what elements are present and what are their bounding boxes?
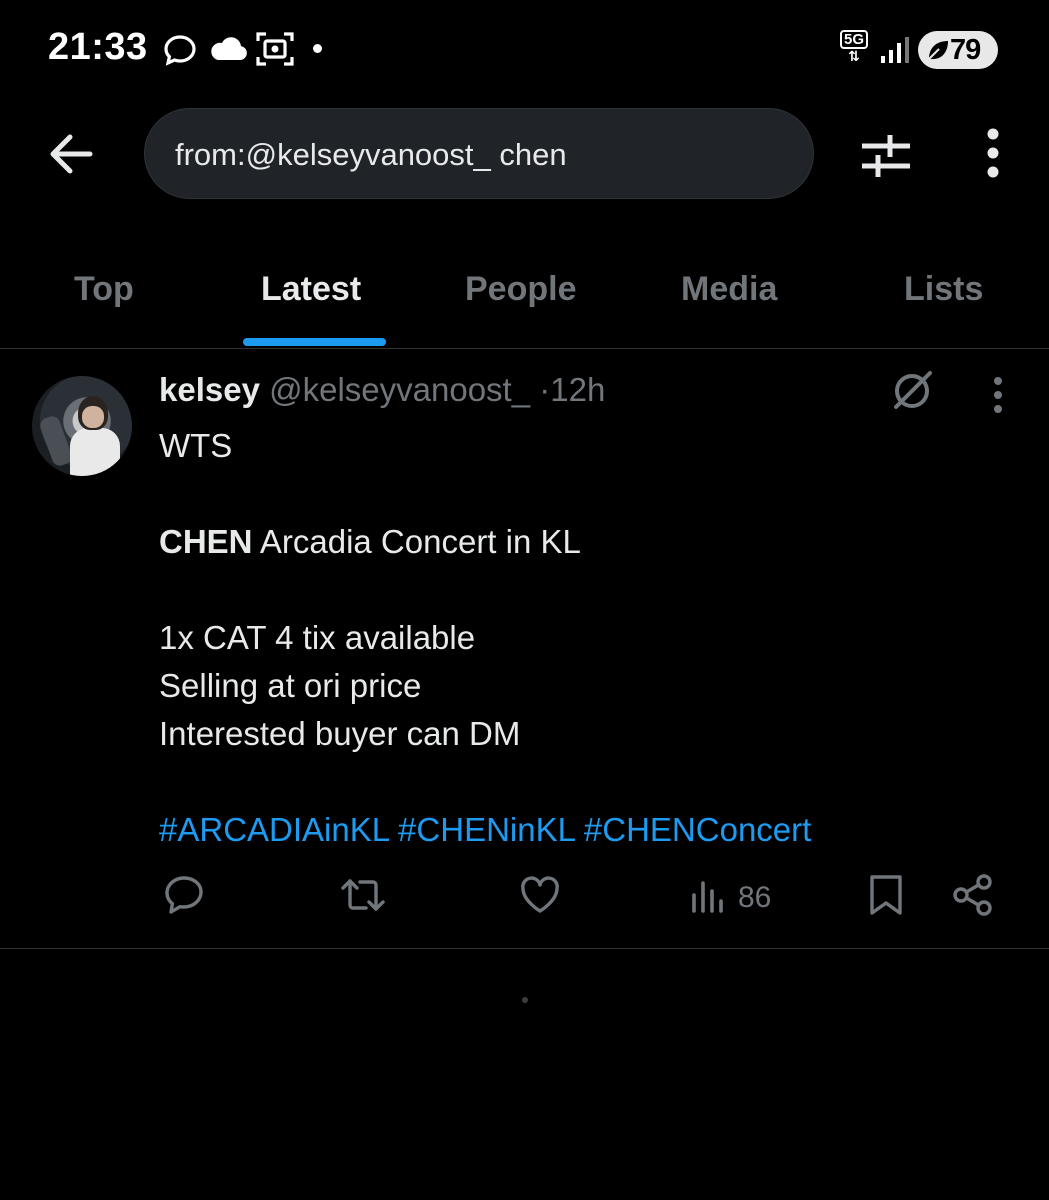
tweet-line: Selling at ori price <box>159 667 422 704</box>
like-button[interactable] <box>518 873 562 917</box>
back-button[interactable] <box>46 128 98 180</box>
more-vertical-icon <box>994 377 1002 413</box>
retweet-icon <box>341 879 385 911</box>
battery-level: 79 <box>950 34 981 66</box>
share-button[interactable] <box>952 873 994 917</box>
tweet-more-button[interactable] <box>990 375 1006 415</box>
signal-icon <box>880 36 910 64</box>
notification-dot-icon <box>313 44 322 53</box>
more-options-button[interactable] <box>980 128 1006 180</box>
tweet-header: kelsey @kelseyvanoost_ ·12h <box>159 371 605 409</box>
tweet-line-text: Arcadia Concert in KL <box>252 523 581 560</box>
tweet-separator: · <box>539 371 551 408</box>
chat-bubble-icon <box>163 34 197 66</box>
tweet-line: Interested buyer can DM <box>159 715 521 752</box>
tweet-actions: 86 <box>0 869 1049 929</box>
views-icon <box>692 881 723 913</box>
tweet-line: CHEN Arcadia Concert in KL <box>159 518 1019 566</box>
status-bar: 21:33 5G ⇅ 79 <box>0 0 1049 100</box>
network-indicator: 5G ⇅ <box>840 30 869 64</box>
cloud-icon <box>208 36 248 62</box>
bookmark-icon <box>870 875 902 915</box>
search-tabs: Top Latest People Media Lists <box>0 250 1049 349</box>
filter-sliders-icon <box>862 135 910 177</box>
battery-indicator: 79 <box>918 31 998 69</box>
avatar[interactable] <box>32 376 132 476</box>
loading-indicator <box>522 997 528 1003</box>
reply-icon <box>165 876 203 914</box>
hashtag-link[interactable]: #CHENConcert <box>584 811 811 848</box>
retweet-button[interactable] <box>340 873 386 917</box>
tweet-display-name[interactable]: kelsey <box>159 371 260 408</box>
battery-saver-leaf-icon <box>926 38 950 62</box>
share-icon <box>953 874 992 916</box>
like-icon <box>521 876 559 913</box>
search-query-text: from:@kelseyvanoost_ chen <box>175 137 567 172</box>
bookmark-button[interactable] <box>866 873 906 917</box>
views-count: 86 <box>738 881 772 914</box>
grok-icon <box>894 371 932 409</box>
search-input[interactable]: from:@kelseyvanoost_ chen <box>144 108 814 199</box>
tab-media[interactable]: Media <box>681 270 777 309</box>
tweet-time: 12h <box>550 371 606 408</box>
hashtag-link[interactable]: #CHENinKL <box>398 811 575 848</box>
search-filter-button[interactable] <box>860 130 912 180</box>
tweet-hashtags: #ARCADIAinKL #CHENinKL #CHENConcert <box>159 806 1019 854</box>
active-tab-indicator <box>243 338 386 346</box>
tweet-line: 1x CAT 4 tix available <box>159 619 476 656</box>
views-button[interactable] <box>690 873 730 917</box>
tab-top[interactable]: Top <box>74 270 134 309</box>
tweet-handle[interactable]: @kelseyvanoost_ <box>269 371 530 408</box>
tweet-bold-text: CHEN <box>159 523 253 560</box>
tweet-line: WTS <box>159 427 233 464</box>
screenshot-icon <box>256 31 294 67</box>
grok-button[interactable] <box>890 367 936 413</box>
back-arrow-icon <box>50 134 93 174</box>
tab-lists[interactable]: Lists <box>904 270 983 309</box>
tab-latest[interactable]: Latest <box>261 270 361 309</box>
more-vertical-icon <box>987 128 999 178</box>
reply-button[interactable] <box>162 873 206 917</box>
tweet-text: WTS CHEN Arcadia Concert in KL 1x CAT 4 … <box>159 422 1019 854</box>
hashtag-link[interactable]: #ARCADIAinKL <box>159 811 389 848</box>
tab-people[interactable]: People <box>465 270 576 309</box>
tweet[interactable]: kelsey @kelseyvanoost_ ·12h WTS CHEN Arc… <box>0 349 1049 949</box>
status-time: 21:33 <box>48 26 148 68</box>
